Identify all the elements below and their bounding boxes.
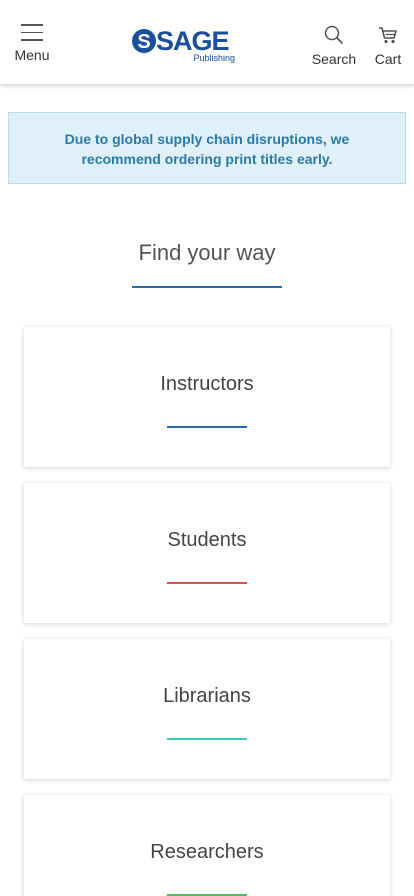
magnifier-icon — [324, 25, 343, 44]
card-instructors[interactable]: Instructors — [24, 327, 390, 467]
svg-text:S: S — [137, 31, 150, 53]
cart-button[interactable]: Cart — [368, 24, 408, 68]
hamburger-icon — [21, 24, 43, 41]
card-title: Researchers — [150, 841, 264, 863]
card-librarians[interactable]: Librarians — [24, 639, 390, 779]
logo-subtitle: Publishing — [193, 53, 235, 63]
find-your-way-heading: Find your way — [138, 240, 276, 265]
shopping-cart-icon — [379, 27, 397, 44]
card-underline — [167, 426, 247, 428]
notice-text: Due to global supply chain disruptions, … — [64, 131, 350, 167]
cart-label: Cart — [374, 51, 402, 67]
menu-button[interactable]: Menu — [10, 22, 54, 68]
card-researchers[interactable]: Researchers — [24, 795, 390, 896]
heading-underline — [132, 286, 282, 288]
search-label: Search — [311, 51, 357, 67]
supply-chain-notice: Due to global supply chain disruptions, … — [8, 112, 406, 184]
card-title: Students — [167, 529, 247, 551]
logo-wordmark: SAGE — [156, 26, 229, 56]
card-underline — [167, 582, 247, 584]
sage-logo[interactable]: S SAGE Publishing — [131, 22, 239, 64]
sage-logo-mark: S SAGE Publishing — [132, 26, 235, 63]
card-students[interactable]: Students — [24, 483, 390, 623]
menu-label: Menu — [14, 46, 50, 63]
site-header: Menu S SAGE Publishing Search Cart — [0, 0, 414, 84]
card-underline — [167, 738, 247, 740]
card-title: Instructors — [160, 373, 254, 395]
card-title: Librarians — [163, 685, 251, 707]
search-button[interactable]: Search — [308, 24, 360, 68]
